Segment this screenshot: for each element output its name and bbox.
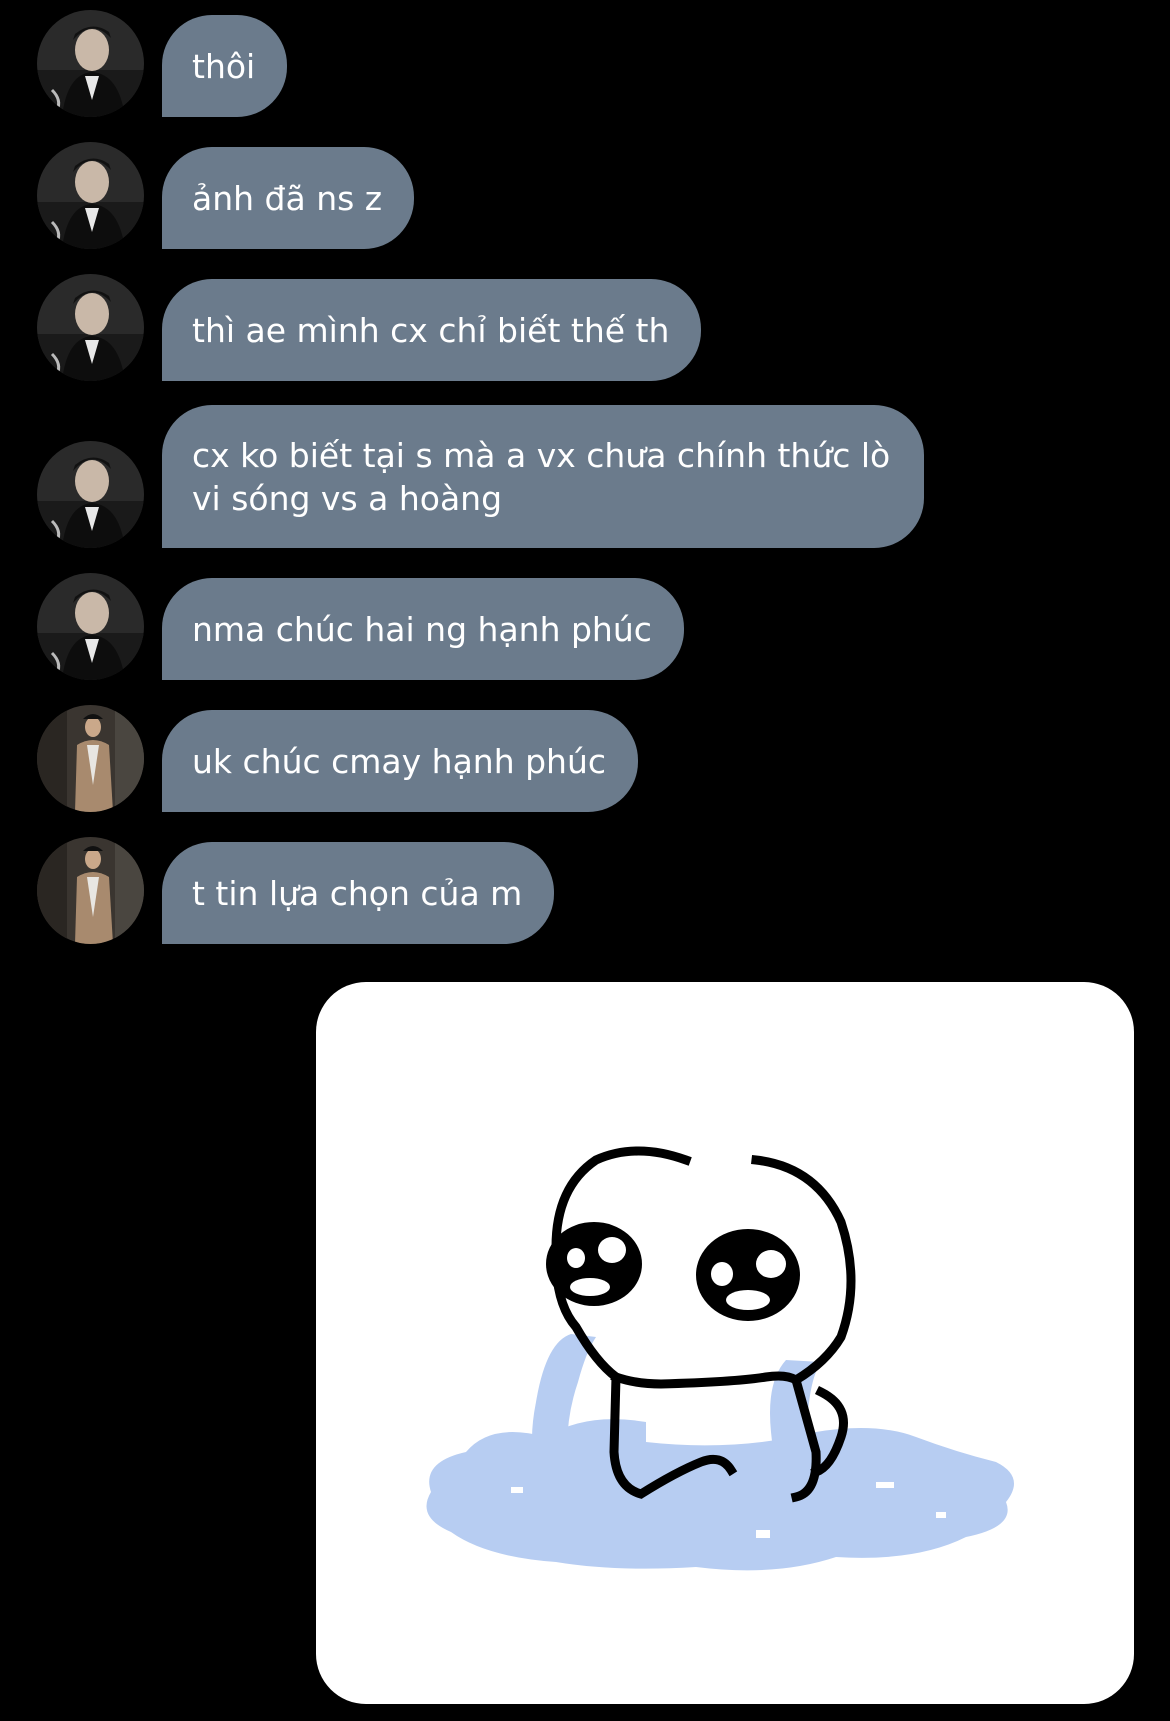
message-text: t tin lựa chọn của m (192, 873, 523, 913)
message-text: nma chúc hai ng hạnh phúc (192, 609, 652, 649)
message-row: uk chúc cmay hạnh phúc (0, 705, 1170, 813)
avatar[interactable] (37, 441, 144, 548)
avatar[interactable] (37, 274, 144, 381)
message-text: cx ko biết tại s mà a vx chưa chính thức… (192, 435, 891, 518)
avatar-photo-icon (37, 705, 144, 812)
avatar-photo-icon (37, 441, 144, 548)
message-text: thì ae mình cx chỉ biết thế th (192, 310, 670, 350)
message-bubble[interactable]: cx ko biết tại s mà a vx chưa chính thức… (162, 405, 924, 548)
avatar[interactable] (37, 705, 144, 812)
avatar-photo-icon (37, 837, 144, 944)
message-row: cx ko biết tại s mà a vx chưa chính thức… (0, 405, 1170, 550)
avatar[interactable] (37, 573, 144, 680)
avatar-photo-icon (37, 274, 144, 381)
avatar-photo-icon (37, 573, 144, 680)
message-row: thì ae mình cx chỉ biết thế th (0, 274, 1170, 382)
chat-thread: thôi ảnh đã ns z thì ae mình cx chỉ biết… (0, 0, 1170, 1721)
avatar-photo-icon (37, 10, 144, 117)
message-text: thôi (192, 46, 256, 86)
message-text: ảnh đã ns z (192, 178, 383, 218)
message-row: thôi (0, 10, 1170, 118)
avatar[interactable] (37, 10, 144, 117)
message-bubble[interactable]: thì ae mình cx chỉ biết thế th (162, 279, 702, 381)
message-row: t tin lựa chọn của m (0, 837, 1170, 945)
message-bubble[interactable]: t tin lựa chọn của m (162, 842, 555, 944)
message-text: uk chúc cmay hạnh phúc (192, 741, 607, 781)
avatar-photo-icon (37, 142, 144, 249)
message-bubble[interactable]: uk chúc cmay hạnh phúc (162, 710, 639, 812)
message-bubble[interactable]: ảnh đã ns z (162, 147, 415, 249)
sticker-message[interactable] (316, 982, 1134, 1704)
message-bubble[interactable]: thôi (162, 15, 288, 117)
message-row: ảnh đã ns z (0, 142, 1170, 250)
crying-blob-sticker-icon (426, 1146, 1014, 1571)
avatar[interactable] (37, 837, 144, 944)
avatar[interactable] (37, 142, 144, 249)
message-row: nma chúc hai ng hạnh phúc (0, 573, 1170, 681)
message-bubble[interactable]: nma chúc hai ng hạnh phúc (162, 578, 684, 680)
